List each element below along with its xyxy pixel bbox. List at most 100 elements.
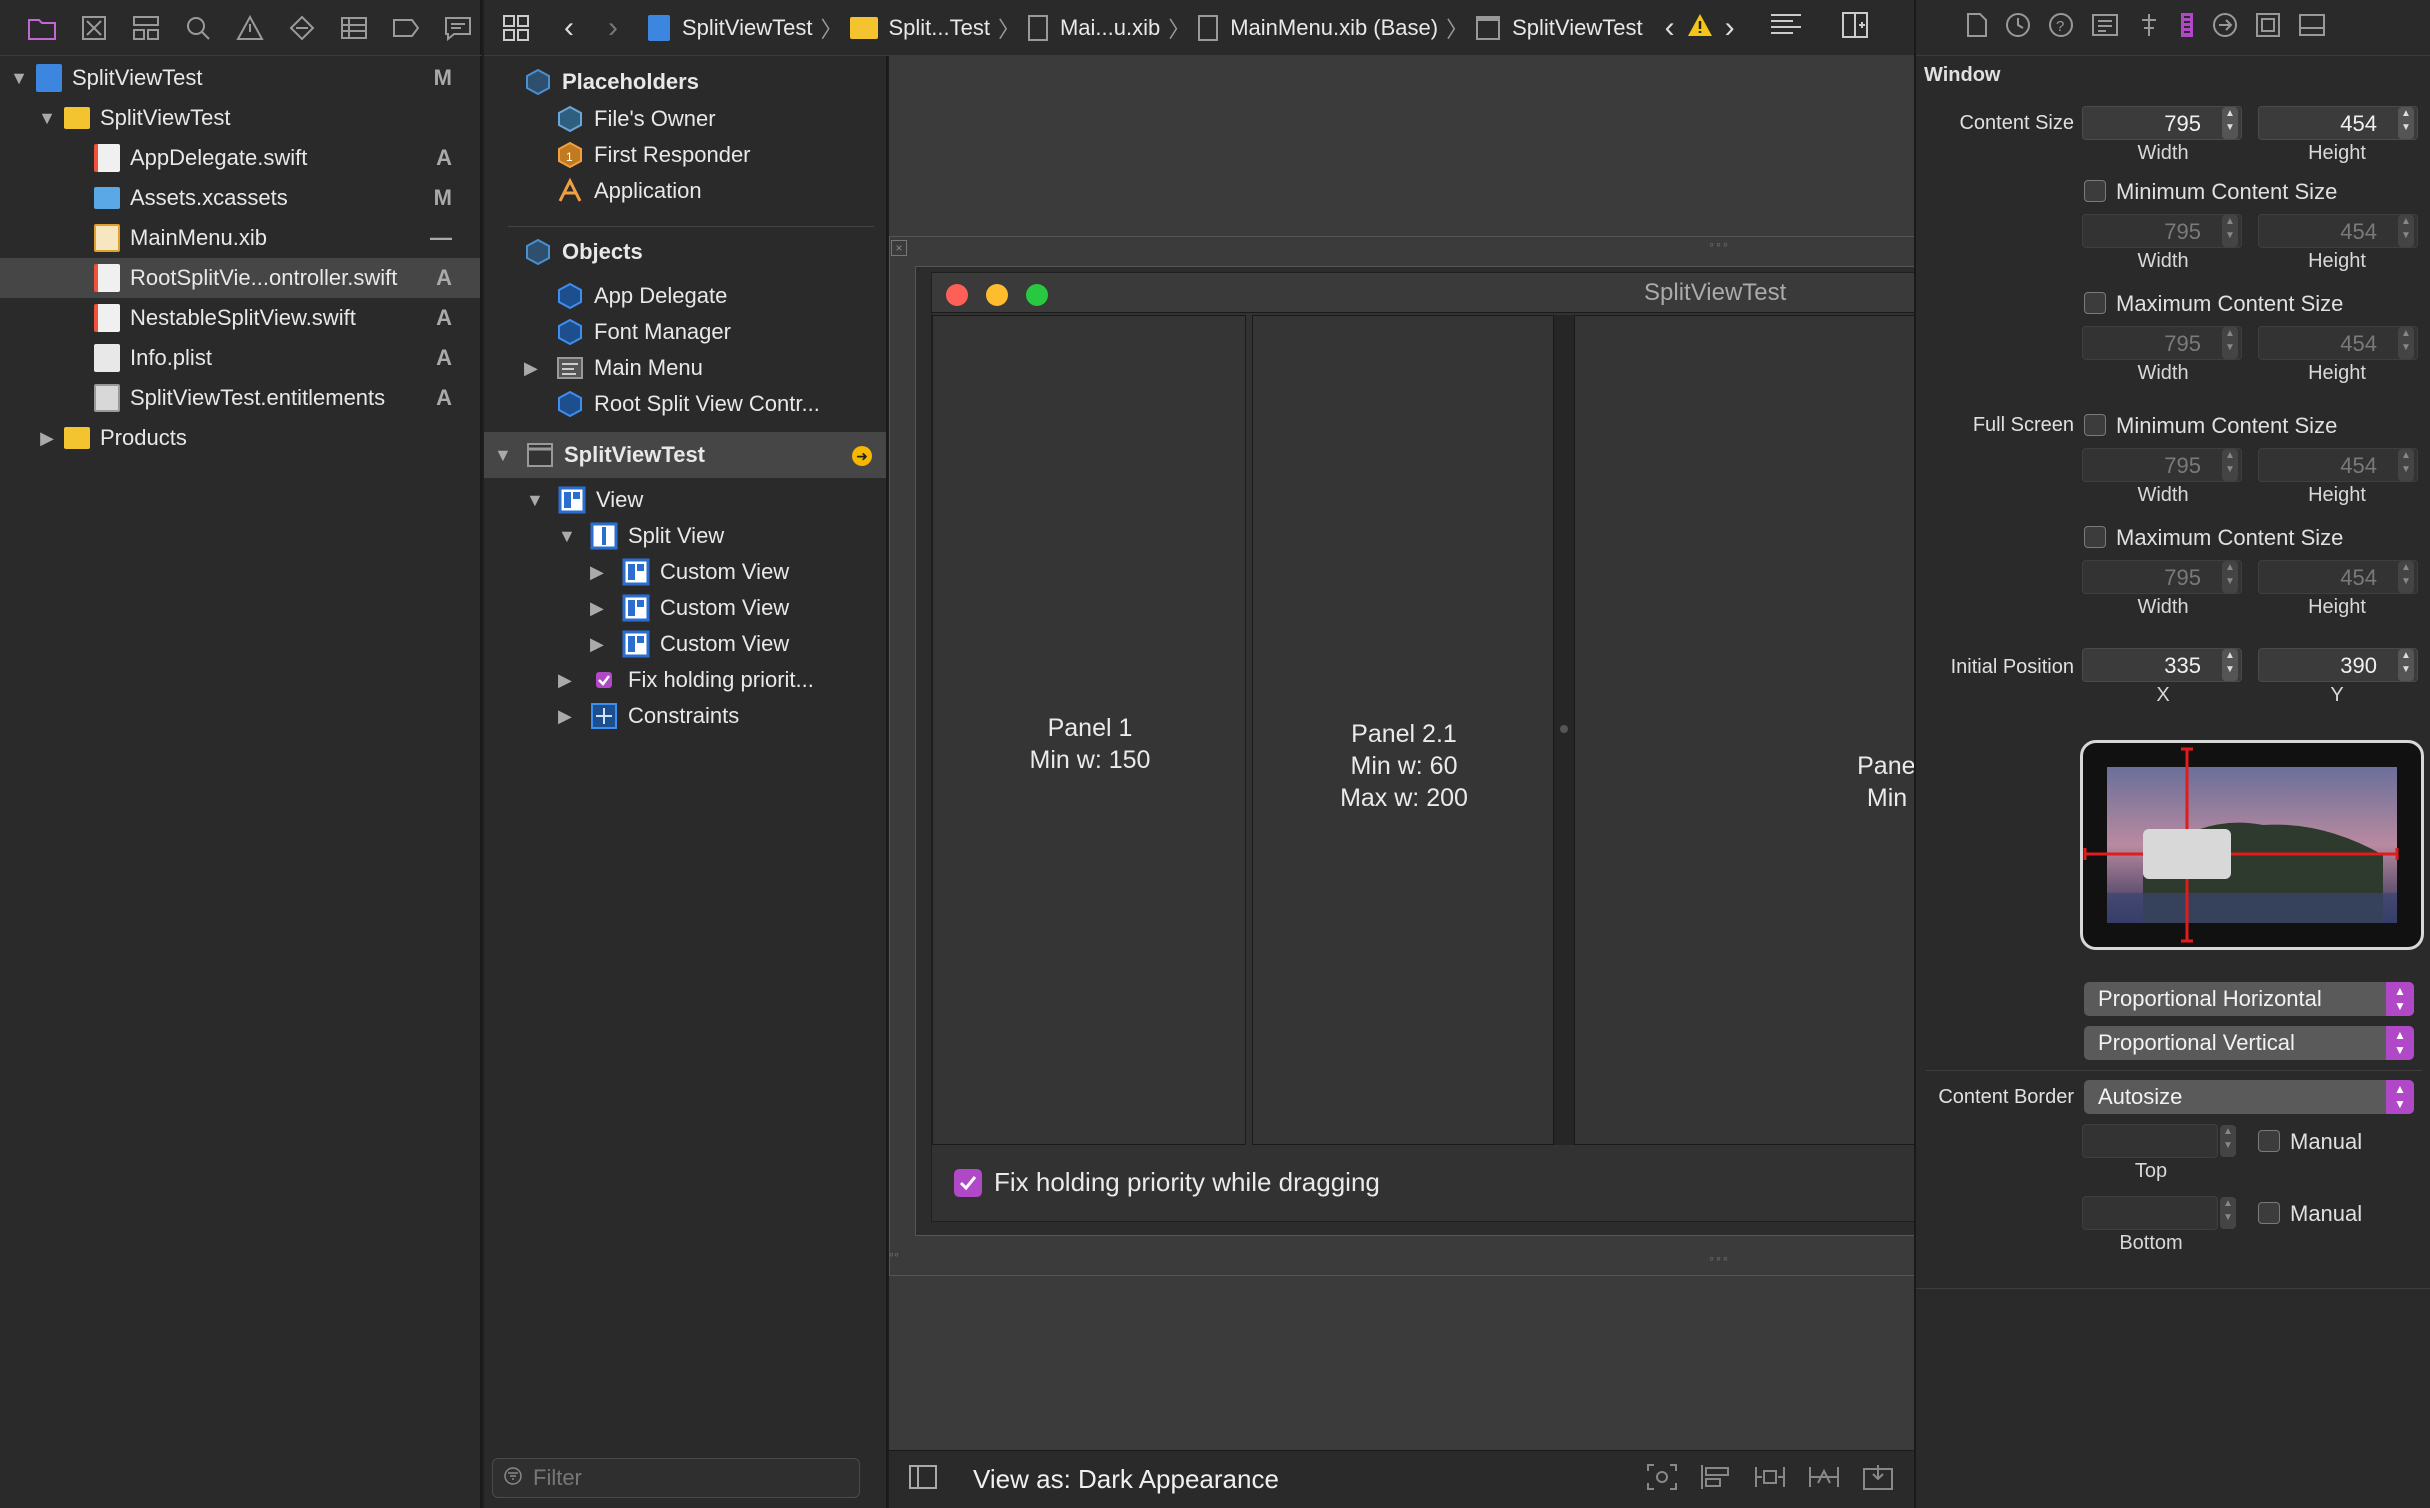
disclosure-triangle-icon[interactable]: ▼ [494, 445, 526, 466]
disclosure-triangle-icon[interactable]: ▼ [8, 67, 30, 89]
fs-minimum-content-size-checkbox[interactable] [2084, 414, 2106, 436]
scene-grip-icon[interactable]: ◦◦ [889, 1246, 899, 1262]
disclosure-triangle-icon[interactable]: ▶ [36, 427, 58, 449]
max-width-stepper[interactable]: ▲ ▼ [2222, 327, 2238, 359]
panel-2-2[interactable]: Panel 2. Min w: [1574, 315, 1914, 1145]
embed-in-icon[interactable] [1862, 1463, 1894, 1496]
report-icon[interactable] [442, 12, 474, 44]
outline-filter-field[interactable]: Filter [492, 1458, 860, 1498]
panel-1[interactable]: Panel 1 Min w: 150 [932, 315, 1246, 1145]
ib-window[interactable]: SplitViewTest Panel 1 Min w: 150 Panel 2… [931, 272, 1914, 1222]
nav-item-group-splitviewtest[interactable]: ▼ SplitViewTest [0, 98, 480, 138]
find-icon[interactable] [182, 12, 214, 44]
quick-help-icon[interactable]: ? [2048, 12, 2074, 44]
related-items-icon[interactable] [496, 14, 536, 42]
content-width-field[interactable]: 795 [2082, 106, 2242, 140]
add-constraints-icon[interactable] [1754, 1463, 1786, 1496]
proportional-horizontal-popup[interactable]: Proportional Horizontal ▲ ▼ [2084, 982, 2414, 1016]
min-width-field[interactable]: 795 [2082, 214, 2242, 248]
breadcrumb-group[interactable]: Split...Test [888, 15, 989, 41]
disclosure-triangle-icon[interactable]: ▼ [558, 526, 590, 547]
outline-item-custom-view[interactable]: ▶ Custom View [590, 554, 789, 590]
attributes-inspector-icon[interactable] [2136, 12, 2162, 44]
breakpoint-icon[interactable] [390, 12, 422, 44]
nav-item-infoplist[interactable]: Info.plist A [0, 338, 480, 378]
nav-item-appdelegate[interactable]: AppDelegate.swift A [0, 138, 480, 178]
content-height-stepper[interactable]: ▲ ▼ [2398, 107, 2414, 139]
min-width-stepper[interactable]: ▲ ▼ [2222, 215, 2238, 247]
warning-badge-icon[interactable]: ➜ [852, 446, 872, 466]
scene-grip-icon[interactable]: ◦◦◦ [1709, 236, 1730, 252]
initial-y-stepper[interactable]: ▲ ▼ [2398, 649, 2414, 681]
bindings-inspector-icon[interactable] [2255, 12, 2281, 44]
identity-inspector-icon[interactable] [2091, 12, 2119, 44]
outline-item-custom-view[interactable]: ▶ Custom View [590, 626, 789, 662]
nav-item-rootsplitviewcontroller[interactable]: RootSplitVie...ontroller.swift A [0, 258, 480, 298]
disclosure-triangle-icon[interactable]: ▶ [524, 358, 556, 379]
update-frames-icon[interactable] [1646, 1463, 1678, 1496]
view-as-appearance-button[interactable]: View as: Dark Appearance [973, 1464, 1279, 1495]
close-button[interactable] [946, 284, 968, 306]
outline-item-app-delegate[interactable]: App Delegate [556, 278, 727, 314]
warning-icon[interactable] [1687, 13, 1713, 43]
minimum-content-size-checkbox[interactable] [2084, 180, 2106, 202]
content-border-bottom-field[interactable] [2082, 1196, 2218, 1230]
breadcrumb-project[interactable]: SplitViewTest [682, 15, 812, 41]
content-border-bottom-stepper[interactable]: ▲ ▼ [2220, 1197, 2236, 1229]
toggle-outline-icon[interactable] [909, 1465, 937, 1494]
max-height-field[interactable]: 454 [2258, 326, 2418, 360]
fs-min-height-stepper[interactable]: ▲ ▼ [2398, 449, 2414, 481]
test-icon[interactable] [286, 12, 318, 44]
forward-arrow-icon[interactable]: › [608, 11, 618, 45]
max-height-stepper[interactable]: ▲ ▼ [2398, 327, 2414, 359]
top-manual-checkbox[interactable] [2258, 1130, 2280, 1152]
fs-max-width-field[interactable]: 795 [2082, 560, 2242, 594]
minimize-button[interactable] [986, 284, 1008, 306]
outline-item-root-split-view-controller[interactable]: Root Split View Contr... [556, 386, 820, 422]
initial-position-preview[interactable] [2080, 740, 2424, 950]
initial-y-field[interactable]: 390 [2258, 648, 2418, 682]
content-border-top-stepper[interactable]: ▲ ▼ [2220, 1125, 2236, 1157]
min-height-stepper[interactable]: ▲ ▼ [2398, 215, 2414, 247]
resolve-issues-icon[interactable] [1808, 1463, 1840, 1496]
issue-icon[interactable] [234, 12, 266, 44]
hierarchy-icon[interactable] [130, 12, 162, 44]
content-width-stepper[interactable]: ▲ ▼ [2222, 107, 2238, 139]
max-width-field[interactable]: 795 [2082, 326, 2242, 360]
next-issue-icon[interactable]: › [1725, 11, 1735, 45]
fs-min-height-field[interactable]: 454 [2258, 448, 2418, 482]
breadcrumb-localization[interactable]: MainMenu.xib (Base) [1230, 15, 1438, 41]
split-view-divider[interactable] [1554, 315, 1574, 1145]
content-height-field[interactable]: 454 [2258, 106, 2418, 140]
outline-item-custom-view[interactable]: ▶ Custom View [590, 590, 789, 626]
disclosure-triangle-icon[interactable]: ▶ [558, 706, 590, 727]
outline-item-checkbox[interactable]: ▶ Fix holding priorit... [558, 662, 814, 698]
breadcrumb-window[interactable]: SplitViewTest [1512, 15, 1642, 41]
fs-max-height-stepper[interactable]: ▲ ▼ [2398, 561, 2414, 593]
fix-holding-checkbox[interactable]: Fix holding priority while dragging [954, 1167, 1380, 1198]
disclosure-triangle-icon[interactable]: ▶ [558, 670, 590, 691]
outline-item-split-view[interactable]: ▼ Split View [558, 518, 724, 554]
maximum-content-size-checkbox[interactable] [2084, 292, 2106, 314]
content-border-popup[interactable]: Autosize ▲ ▼ [2084, 1080, 2414, 1114]
connections-inspector-icon[interactable] [2212, 12, 2238, 44]
scene-grip-icon[interactable]: ◦◦◦ [1709, 1250, 1730, 1266]
initial-x-stepper[interactable]: ▲ ▼ [2222, 649, 2238, 681]
history-inspector-icon[interactable] [2005, 12, 2031, 44]
outline-item-files-owner[interactable]: File's Owner [556, 101, 716, 137]
checkbox-checked-icon[interactable] [954, 1168, 982, 1197]
add-editor-icon[interactable] [1841, 11, 1869, 45]
folder-icon[interactable] [26, 12, 58, 44]
fs-min-width-stepper[interactable]: ▲ ▼ [2222, 449, 2238, 481]
align-icon[interactable] [1700, 1463, 1732, 1496]
disclosure-triangle-icon[interactable]: ▶ [590, 598, 622, 619]
panel-2-1[interactable]: Panel 2.1 Min w: 60 Max w: 200 [1252, 315, 1554, 1145]
file-inspector-icon[interactable] [1966, 12, 1988, 44]
nav-item-project[interactable]: ▼ SplitViewTest M [0, 58, 480, 98]
outline-item-application[interactable]: Application [556, 173, 702, 209]
bottom-manual-checkbox[interactable] [2258, 1202, 2280, 1224]
outline-item-first-responder[interactable]: 1 First Responder [556, 137, 751, 173]
zoom-button[interactable] [1026, 284, 1048, 306]
editor-options-icon[interactable] [1769, 12, 1803, 44]
nav-item-assets[interactable]: Assets.xcassets M [0, 178, 480, 218]
